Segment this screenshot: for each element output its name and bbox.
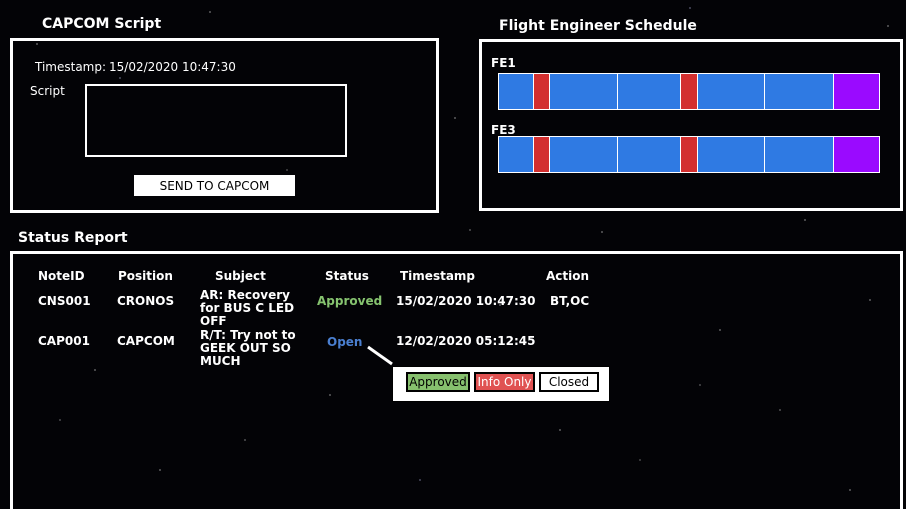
status-option-info-only[interactable]: Info Only (474, 372, 535, 392)
fe3-segment[interactable] (499, 137, 533, 172)
schedule-section-title: Flight Engineer Schedule (499, 18, 697, 34)
row-action[interactable]: BT,OC (550, 295, 589, 308)
fe3-segment[interactable] (833, 137, 879, 172)
fe1-segment[interactable] (833, 74, 879, 109)
fe1-segment[interactable] (549, 74, 617, 109)
row-noteid: CAP001 (38, 334, 90, 348)
status-section-title: Status Report (18, 230, 128, 246)
column-header-subject[interactable]: Subject (215, 269, 266, 283)
column-header-timestamp[interactable]: Timestamp (400, 269, 475, 283)
row-timestamp: 15/02/2020 10:47:30 (396, 294, 536, 308)
status-option-approved[interactable]: Approved (406, 372, 470, 392)
row-status[interactable]: Open (327, 336, 362, 349)
fe1-segment[interactable] (680, 74, 697, 109)
row-position: CAPCOM (117, 334, 175, 348)
timestamp-value: 15/02/2020 10:47:30 (109, 60, 236, 74)
fe3-segment[interactable] (533, 137, 549, 172)
column-header-position[interactable]: Position (118, 269, 173, 283)
fe1-segment[interactable] (533, 74, 549, 109)
row-subject: R/T: Try not to GEEK OUT SO MUCH (200, 328, 296, 368)
schedule-row-label-fe1: FE1 (491, 56, 516, 70)
fe3-segment[interactable] (617, 137, 680, 172)
schedule-panel: FE1 FE3 (479, 39, 903, 211)
fe1-timeline[interactable] (498, 73, 880, 110)
send-to-capcom-button[interactable]: SEND TO CAPCOM (134, 175, 295, 196)
status-options-popup: Approved Info Only Closed (392, 366, 610, 402)
capcom-section-title: CAPCOM Script (42, 16, 162, 32)
fe3-timeline[interactable] (498, 136, 880, 173)
row-timestamp: 12/02/2020 05:12:45 (396, 334, 536, 348)
column-header-status[interactable]: Status (325, 269, 369, 283)
fe3-segment[interactable] (680, 137, 697, 172)
fe3-segment[interactable] (549, 137, 617, 172)
fe3-segment[interactable] (764, 137, 833, 172)
fe1-segment[interactable] (617, 74, 680, 109)
fe1-segment[interactable] (697, 74, 764, 109)
capcom-panel: Timestamp: 15/02/2020 10:47:30 Script SE… (10, 38, 439, 213)
row-noteid: CNS001 (38, 294, 91, 308)
schedule-row-label-fe3: FE3 (491, 123, 516, 137)
timestamp-label: Timestamp: (35, 60, 107, 74)
script-label: Script (30, 84, 65, 98)
row-position: CRONOS (117, 294, 175, 308)
fe3-segment[interactable] (697, 137, 764, 172)
column-header-noteid[interactable]: NoteID (38, 269, 85, 283)
status-option-closed[interactable]: Closed (539, 372, 599, 392)
row-subject: AR: Recovery for BUS C LED OFF (200, 288, 295, 328)
fe1-segment[interactable] (764, 74, 833, 109)
row-status[interactable]: Approved (317, 295, 382, 308)
fe1-segment[interactable] (499, 74, 533, 109)
script-input[interactable] (85, 84, 347, 157)
column-header-action[interactable]: Action (546, 269, 589, 283)
